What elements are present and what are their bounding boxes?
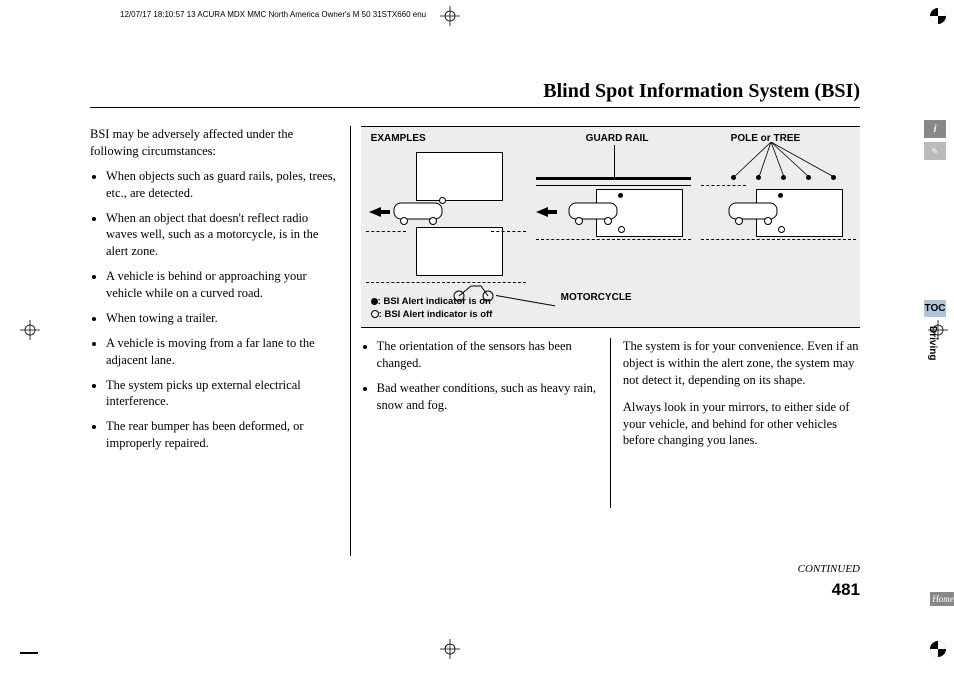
list-item: A vehicle is moving from a far lane to t… bbox=[106, 335, 340, 369]
pointer-fan bbox=[726, 142, 841, 180]
indicator-off-icon bbox=[439, 197, 446, 204]
car-icon bbox=[566, 197, 621, 225]
indicator-on-icon bbox=[618, 193, 623, 198]
list-item: When an object that doesn't reflect radi… bbox=[106, 210, 340, 261]
continued-label: CONTINUED bbox=[798, 563, 860, 575]
tab-section-driving[interactable]: Driving bbox=[924, 322, 941, 364]
alert-zone-box bbox=[416, 227, 503, 276]
tab-info-icon[interactable]: i bbox=[924, 120, 946, 138]
pointer-line bbox=[614, 145, 615, 178]
tab-home[interactable]: Home bbox=[930, 592, 954, 606]
lane-dash bbox=[366, 231, 406, 233]
examples-label: EXAMPLES bbox=[371, 133, 426, 144]
alert-zone-box bbox=[416, 152, 503, 201]
lane-dash bbox=[491, 231, 526, 233]
wrench-icon: ✎ bbox=[932, 147, 939, 156]
print-header: 12/07/17 18:10:57 13 ACURA MDX MMC North… bbox=[120, 10, 426, 19]
lane-dash bbox=[701, 185, 746, 187]
column-mid: The orientation of the sensors has been … bbox=[361, 338, 598, 508]
lane-dash bbox=[701, 239, 856, 241]
conditions-list: When objects such as guard rails, poles,… bbox=[90, 168, 340, 452]
column-right: The system is for your convenience. Even… bbox=[623, 338, 860, 508]
lane-dash bbox=[536, 239, 691, 241]
lane-dash bbox=[366, 282, 526, 284]
car-icon bbox=[391, 197, 446, 225]
reg-mark-tr bbox=[928, 6, 948, 26]
motorcycle-label: MOTORCYCLE bbox=[561, 292, 632, 303]
list-item: When towing a trailer. bbox=[106, 310, 340, 327]
guardrail-label: GUARD RAIL bbox=[586, 133, 649, 144]
pointer-line bbox=[496, 295, 555, 306]
indicator-off-icon bbox=[778, 226, 785, 233]
list-item: The system picks up external electrical … bbox=[106, 377, 340, 411]
body-text: The system is for your convenience. Even… bbox=[623, 338, 860, 389]
reg-mark-br bbox=[928, 639, 948, 659]
car-icon bbox=[726, 197, 781, 225]
list-item: The orientation of the sensors has been … bbox=[377, 338, 598, 372]
direction-arrow-icon bbox=[536, 207, 548, 217]
column-left: BSI may be adversely affected under the … bbox=[90, 126, 340, 556]
examples-figure: EXAMPLES GUARD RAIL POLE or TREE MOTORCY… bbox=[361, 126, 860, 328]
list-item: A vehicle is behind or approaching your … bbox=[106, 268, 340, 302]
intro-text: BSI may be adversely affected under the … bbox=[90, 126, 340, 160]
direction-arrow-icon bbox=[369, 207, 381, 217]
column-divider bbox=[350, 126, 351, 556]
indicator-on-icon bbox=[778, 193, 783, 198]
body-text: Always look in your mirrors, to either s… bbox=[623, 399, 860, 450]
crop-mark-bottom bbox=[440, 639, 460, 659]
guardrail-line bbox=[536, 185, 691, 186]
list-item: The rear bumper has been deformed, or im… bbox=[106, 418, 340, 452]
tab-toc[interactable]: TOC bbox=[924, 300, 946, 317]
list-item: When objects such as guard rails, poles,… bbox=[106, 168, 340, 202]
info-icon: i bbox=[934, 124, 937, 135]
column-divider bbox=[610, 338, 611, 508]
indicator-off-icon bbox=[618, 226, 625, 233]
crop-mark-top bbox=[440, 6, 460, 26]
crop-mark-left bbox=[20, 320, 40, 340]
reg-mark-bl bbox=[20, 652, 38, 654]
list-item: Bad weather conditions, such as heavy ra… bbox=[377, 380, 598, 414]
tab-wrench-icon[interactable]: ✎ bbox=[924, 142, 946, 160]
figure-legend: : BSI Alert indicator is on : BSI Alert … bbox=[371, 296, 493, 321]
page-number: 481 bbox=[832, 580, 860, 600]
circle-icon bbox=[371, 310, 379, 318]
dot-icon bbox=[371, 298, 378, 305]
page-title: Blind Spot Information System (BSI) bbox=[90, 80, 860, 108]
